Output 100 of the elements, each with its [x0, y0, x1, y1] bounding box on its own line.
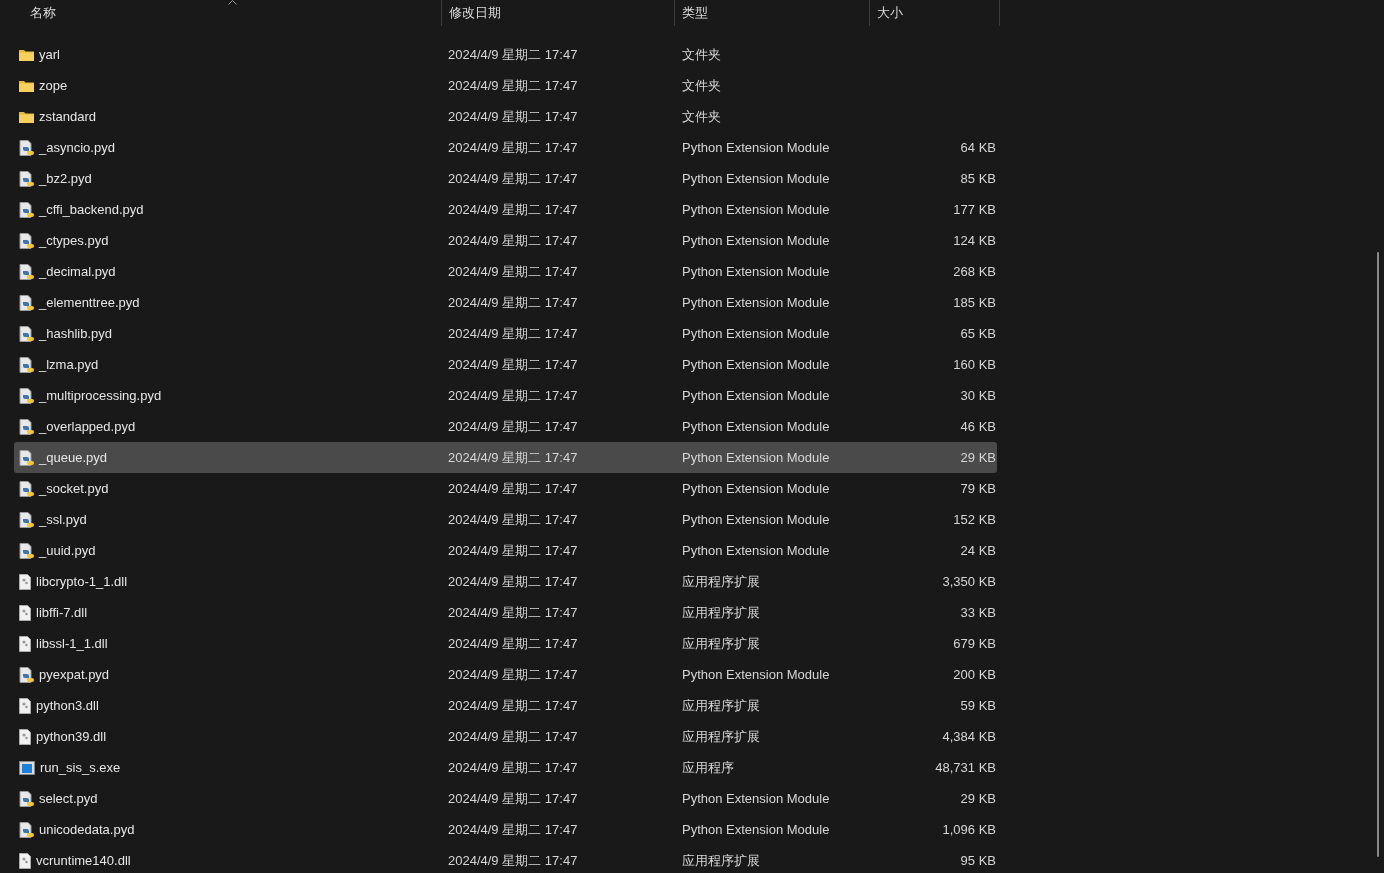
file-size: 268 KB	[953, 264, 996, 279]
file-name: unicodedata.pyd	[39, 822, 135, 837]
file-type: Python Extension Module	[682, 512, 830, 527]
modified-date: 2024/4/9 星期二 17:47	[448, 232, 578, 248]
file-name: pyexpat.pyd	[39, 667, 110, 682]
file-name: _hashlib.pyd	[39, 326, 112, 341]
file-type: 应用程序扩展	[682, 604, 760, 620]
python-file-icon	[19, 201, 34, 218]
file-type: 应用程序扩展	[682, 573, 760, 589]
file-size: 59 KB	[960, 698, 996, 713]
column-header[interactable]: 修改日期	[449, 4, 501, 22]
column-header[interactable]: 名称	[30, 4, 56, 22]
file-name: _multiprocessing.pyd	[39, 388, 162, 403]
file-row[interactable]: _overlapped.pyd 2024/4/9 星期二 17:47 Python Extension Module 46 KB	[14, 411, 997, 442]
folder-icon	[19, 110, 34, 123]
file-row[interactable]: _decimal.pyd 2024/4/9 星期二 17:47 Python Extension Module 268 KB	[14, 256, 997, 287]
modified-date: 2024/4/9 星期二 17:47	[448, 418, 578, 434]
file-row[interactable]: python3.dll 2024/4/9 星期二 17:47 应用程序扩展 59 KB	[14, 690, 997, 721]
python-file-icon	[19, 387, 34, 404]
python-file-icon	[19, 170, 34, 187]
file-row[interactable]: _ssl.pyd 2024/4/9 星期二 17:47 Python Extension Module 152 KB	[14, 504, 997, 535]
file-row[interactable]: _socket.pyd 2024/4/9 星期二 17:47 Python Extension Module 79 KB	[14, 473, 997, 504]
file-size: 30 KB	[960, 388, 996, 403]
modified-date: 2024/4/9 星期二 17:47	[448, 480, 578, 496]
file-type: Python Extension Module	[682, 357, 830, 372]
file-row[interactable]: _elementtree.pyd 2024/4/9 星期二 17:47 Python Extension Module 185 KB	[14, 287, 997, 318]
file-type: Python Extension Module	[682, 233, 830, 248]
modified-date: 2024/4/9 星期二 17:47	[448, 170, 578, 186]
file-row[interactable]: yarl 2024/4/9 星期二 17:47 文件夹	[14, 39, 997, 70]
file-name: _ctypes.pyd	[39, 233, 109, 248]
gear-file-icon	[19, 604, 31, 621]
file-row[interactable]: _cffi_backend.pyd 2024/4/9 星期二 17:47 Python Extension Module 177 KB	[14, 194, 997, 225]
modified-date: 2024/4/9 星期二 17:47	[448, 852, 578, 868]
file-name: _elementtree.pyd	[39, 295, 140, 310]
file-size: 1,096 KB	[942, 822, 996, 837]
file-type: Python Extension Module	[682, 295, 830, 310]
file-name: zope	[39, 78, 68, 93]
modified-date: 2024/4/9 星期二 17:47	[448, 46, 578, 62]
file-row[interactable]: select.pyd 2024/4/9 星期二 17:47 Python Extension Module 29 KB	[14, 783, 997, 814]
modified-date: 2024/4/9 星期二 17:47	[448, 294, 578, 310]
gear-file-icon	[19, 852, 31, 869]
folder-icon	[19, 79, 34, 92]
python-file-icon	[19, 790, 34, 807]
modified-date: 2024/4/9 星期二 17:47	[448, 356, 578, 372]
file-name: _cffi_backend.pyd	[39, 202, 144, 217]
file-size: 4,384 KB	[942, 729, 996, 744]
modified-date: 2024/4/9 星期二 17:47	[448, 697, 578, 713]
python-file-icon	[19, 294, 34, 311]
file-row[interactable]: libffi-7.dll 2024/4/9 星期二 17:47 应用程序扩展 33 KB	[14, 597, 997, 628]
modified-date: 2024/4/9 星期二 17:47	[448, 759, 578, 775]
scrollbar[interactable]	[1377, 252, 1379, 857]
file-row[interactable]: _uuid.pyd 2024/4/9 星期二 17:47 Python Extension Module 24 KB	[14, 535, 997, 566]
file-name: select.pyd	[39, 791, 98, 806]
python-file-icon	[19, 418, 34, 435]
modified-date: 2024/4/9 星期二 17:47	[448, 604, 578, 620]
modified-date: 2024/4/9 星期二 17:47	[448, 511, 578, 527]
modified-date: 2024/4/9 星期二 17:47	[448, 821, 578, 837]
modified-date: 2024/4/9 星期二 17:47	[448, 542, 578, 558]
python-file-icon	[19, 821, 34, 838]
file-row[interactable]: python39.dll 2024/4/9 星期二 17:47 应用程序扩展 4,384 KB	[14, 721, 997, 752]
file-row[interactable]: _ctypes.pyd 2024/4/9 星期二 17:47 Python Extension Module 124 KB	[14, 225, 997, 256]
file-row[interactable]: run_sis_s.exe 2024/4/9 星期二 17:47 应用程序 48,731 KB	[14, 752, 997, 783]
file-row[interactable]: _hashlib.pyd 2024/4/9 星期二 17:47 Python Extension Module 65 KB	[14, 318, 997, 349]
file-type: 文件夹	[682, 46, 721, 62]
file-row[interactable]: _multiprocessing.pyd 2024/4/9 星期二 17:47 Python Extension Module 30 KB	[14, 380, 997, 411]
modified-date: 2024/4/9 星期二 17:47	[448, 108, 578, 124]
application-window-icon	[19, 760, 35, 775]
python-file-icon	[19, 325, 34, 342]
python-file-icon	[19, 139, 34, 156]
file-row[interactable]: _lzma.pyd 2024/4/9 星期二 17:47 Python Extension Module 160 KB	[14, 349, 997, 380]
file-size: 95 KB	[960, 853, 996, 868]
file-type: 文件夹	[682, 77, 721, 93]
modified-date: 2024/4/9 星期二 17:47	[448, 635, 578, 651]
file-size: 152 KB	[953, 512, 996, 527]
file-row[interactable]: _bz2.pyd 2024/4/9 星期二 17:47 Python Extension Module 85 KB	[14, 163, 997, 194]
file-row[interactable]: vcruntime140.dll 2024/4/9 星期二 17:47 应用程序扩展 95 KB	[14, 845, 997, 873]
file-row[interactable]: pyexpat.pyd 2024/4/9 星期二 17:47 Python Extension Module 200 KB	[14, 659, 997, 690]
file-type: 应用程序扩展	[682, 852, 760, 868]
file-row[interactable]: _queue.pyd 2024/4/9 星期二 17:47 Python Extension Module 29 KB	[14, 442, 997, 473]
modified-date: 2024/4/9 星期二 17:47	[448, 449, 578, 465]
file-row[interactable]: zstandard 2024/4/9 星期二 17:47 文件夹	[14, 101, 997, 132]
file-name: libffi-7.dll	[36, 605, 88, 620]
file-row[interactable]: zope 2024/4/9 星期二 17:47 文件夹	[14, 70, 997, 101]
file-name: libssl-1_1.dll	[36, 636, 108, 651]
file-type: Python Extension Module	[682, 419, 830, 434]
python-file-icon	[19, 666, 34, 683]
file-type: Python Extension Module	[682, 667, 830, 682]
file-type: Python Extension Module	[682, 171, 830, 186]
file-row[interactable]: libcrypto-1_1.dll 2024/4/9 星期二 17:47 应用程序扩展 3,350 KB	[14, 566, 997, 597]
file-name: _ssl.pyd	[39, 512, 87, 527]
file-row[interactable]: libssl-1_1.dll 2024/4/9 星期二 17:47 应用程序扩展 679 KB	[14, 628, 997, 659]
modified-date: 2024/4/9 星期二 17:47	[448, 387, 578, 403]
column-header[interactable]: 大小	[877, 4, 903, 22]
gear-file-icon	[19, 697, 31, 714]
file-row[interactable]: unicodedata.pyd 2024/4/9 星期二 17:47 Python Extension Module 1,096 KB	[14, 814, 997, 845]
file-size: 85 KB	[960, 171, 996, 186]
file-size: 48,731 KB	[935, 760, 996, 775]
file-row[interactable]: _asyncio.pyd 2024/4/9 星期二 17:47 Python Extension Module 64 KB	[14, 132, 997, 163]
file-type: Python Extension Module	[682, 326, 830, 341]
column-header[interactable]: 类型	[682, 4, 708, 22]
